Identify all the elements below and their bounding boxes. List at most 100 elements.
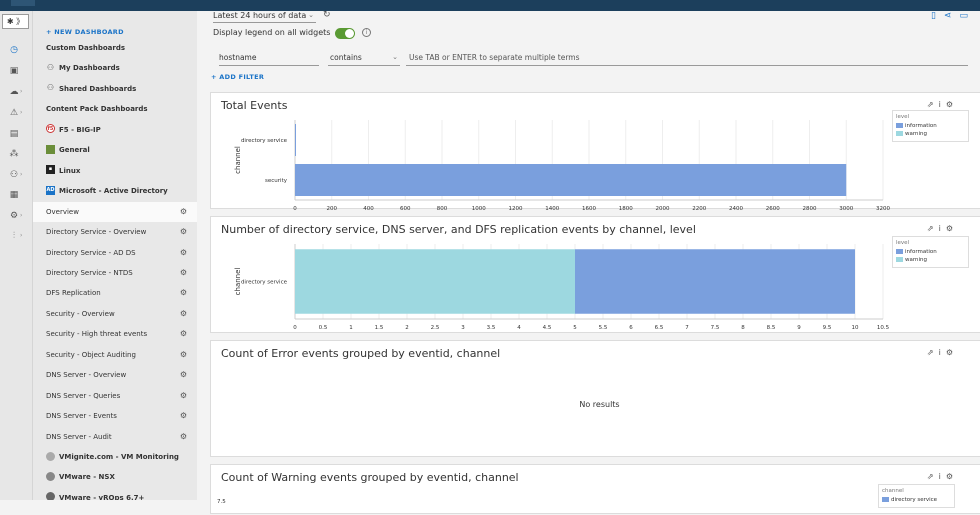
gear-icon[interactable]: ⚙: [180, 427, 187, 447]
dashboards-icon[interactable]: ◷: [7, 44, 21, 56]
gear-icon[interactable]: ⚙: [180, 243, 187, 263]
dashboard-sidebar: + NEW DASHBOARD Custom Dashboards ⚇ My Das…: [33, 11, 197, 500]
sidebar-item-shared-dashboards[interactable]: ⚇ Shared Dashboards: [33, 79, 197, 99]
sidebar-item-dns-server-queries[interactable]: DNS Server - Queries ⚙: [33, 386, 197, 406]
sidebar-item-label: Shared Dashboards: [59, 84, 137, 93]
sidebar-item-security-overview[interactable]: Security - Overview ⚙: [33, 304, 197, 324]
sidebar-item-label: General: [59, 146, 90, 155]
sidebar-item-label: Directory Service - Overview: [46, 228, 147, 237]
x-tick-label: 10: [852, 325, 859, 331]
sidebar-item-dfs-replication[interactable]: DFS Replication ⚙: [33, 283, 197, 303]
alert-icon[interactable]: ⚠ ›: [7, 107, 22, 119]
sidebar-item-dns-server-overview[interactable]: DNS Server - Overview ⚙: [33, 365, 197, 385]
sidebar-item-label: Security - Object Auditing: [46, 350, 136, 359]
legend-title: level: [896, 114, 910, 120]
y-tick-label: directory service: [241, 280, 288, 286]
x-tick-label: 3200: [876, 206, 890, 212]
gear-icon[interactable]: ⚙: [180, 324, 187, 344]
filter-operator-select[interactable]: contains ⌄: [328, 50, 400, 66]
sidebar-item-label: DNS Server - Events: [46, 412, 117, 421]
gear-icon[interactable]: ⚙: [180, 365, 187, 385]
sidebar-item-label: VMware - NSX: [59, 473, 115, 482]
gear-icon[interactable]: ⚙: [180, 202, 187, 222]
document-icon[interactable]: ▤: [7, 128, 21, 140]
filter-field[interactable]: hostname: [219, 50, 319, 66]
settings-icon[interactable]: ⚙ ›: [7, 210, 22, 222]
chevron-down-icon: ⌄: [308, 11, 314, 19]
sidebar-item-directory-service-ad-ds[interactable]: Directory Service - AD DS ⚙: [33, 243, 197, 263]
cloud-icon[interactable]: ☁ ›: [7, 86, 23, 98]
sidebar-item-label: DFS Replication: [46, 289, 101, 298]
x-tick-label: 1: [349, 325, 353, 331]
filter-value-input[interactable]: Use TAB or ENTER to separate multiple te…: [406, 50, 968, 66]
nsx-pack-icon: [46, 471, 55, 481]
legend-entry-warning[interactable]: warning: [896, 130, 965, 138]
chart-total-events: 0 200 400 600 800 1000 1200 1400 1600 1800 2000 220…: [211, 93, 980, 212]
sidebar-item-label: DNS Server - Audit: [46, 432, 112, 441]
gear-icon[interactable]: ⚙: [180, 283, 187, 303]
display-legend-toggle[interactable]: [335, 28, 355, 39]
sidebar-item-custom-dashboards: Custom Dashboards: [33, 38, 197, 58]
legend-title: channel: [882, 488, 904, 494]
sidebar-item-general[interactable]: General: [33, 140, 197, 160]
y-tick-label: security: [265, 178, 288, 184]
sidebar-item-label: VMignite.com - VM Monitoring: [59, 453, 179, 461]
sidebar-item-security-high-threat-events[interactable]: Security - High threat events ⚙: [33, 324, 197, 344]
sidebar-item-label: My Dashboards: [59, 64, 120, 73]
info-icon[interactable]: i: [939, 348, 946, 357]
sidebar-item-vmware-nsx[interactable]: VMware - NSX: [33, 467, 197, 487]
add-filter-button[interactable]: + ADD FILTER: [211, 73, 264, 81]
legend-entry-information[interactable]: information: [896, 248, 965, 256]
sliders-icon[interactable]: ⫶ ›: [7, 230, 23, 242]
sidebar-item-dns-server-events[interactable]: DNS Server - Events ⚙: [33, 406, 197, 426]
legend-label: directory service: [891, 497, 938, 503]
pin-sidebar-button[interactable]: ✱ 》: [2, 14, 29, 29]
chart-type-icon[interactable]: ⇗: [927, 348, 939, 357]
sidebar-item-dns-server-audit[interactable]: DNS Server - Audit ⚙: [33, 427, 197, 447]
legend-entry[interactable]: directory service: [882, 496, 951, 504]
people-icon: ⚇: [46, 83, 55, 93]
legend-entry-warning[interactable]: warning: [896, 256, 965, 264]
info-icon[interactable]: i: [362, 28, 371, 37]
gear-icon[interactable]: ⚙: [180, 304, 187, 324]
top-bar: [0, 0, 980, 11]
panel-title: Count of Error events grouped by eventid…: [221, 347, 501, 360]
legend-entry-information[interactable]: information: [896, 122, 965, 130]
users-icon[interactable]: ⚇ ›: [7, 169, 22, 181]
x-tick-label: 6.5: [655, 325, 664, 331]
image-icon[interactable]: ▣: [7, 65, 21, 77]
sidebar-item-f5-big-ip[interactable]: f5 F5 - BIG-IP: [33, 120, 197, 140]
sidebar-item-label: DNS Server - Overview: [46, 371, 127, 380]
export-icon[interactable]: ▯: [931, 11, 936, 21]
x-tick-label: 5: [573, 325, 577, 331]
gear-icon[interactable]: ⚙: [180, 345, 187, 365]
reports-icon[interactable]: ▦: [7, 189, 21, 201]
sidebar-item-microsoft-active-directory[interactable]: AD Microsoft - Active Directory: [33, 181, 197, 201]
filter-operator-value: contains: [330, 53, 362, 62]
top-bar-tab[interactable]: [11, 0, 35, 6]
gear-icon[interactable]: ⚙: [180, 263, 187, 283]
sidebar-item-vmware-vrops-6-7[interactable]: VMware - vROps 6.7+: [33, 488, 197, 500]
sidebar-item-security-object-auditing[interactable]: Security - Object Auditing ⚙: [33, 345, 197, 365]
time-range-select[interactable]: Latest 24 hours of data ⌄: [213, 10, 316, 23]
gear-icon[interactable]: ⚙: [180, 386, 187, 406]
sidebar-item-label: Microsoft - Active Directory: [59, 187, 168, 196]
x-tick-label: 1400: [545, 206, 559, 212]
sidebar-item-linux[interactable]: ▪ Linux: [33, 161, 197, 181]
presentation-icon[interactable]: ▭: [959, 11, 968, 21]
x-tick-label: 2600: [766, 206, 780, 212]
sidebar-item-directory-service-overview[interactable]: Directory Service - Overview ⚙: [33, 222, 197, 242]
sidebar-item-content-pack-dashboards: Content Pack Dashboards: [33, 99, 197, 119]
refresh-icon[interactable]: ↻: [323, 10, 331, 20]
sidebar-item-directory-service-ntds[interactable]: Directory Service - NTDS ⚙: [33, 263, 197, 283]
gear-icon[interactable]: ⚙: [946, 348, 958, 357]
content-packs-icon[interactable]: ⁂: [7, 148, 21, 160]
sidebar-item-overview[interactable]: Overview ⚙: [33, 201, 197, 222]
gear-icon[interactable]: ⚙: [180, 406, 187, 426]
linux-pack-icon: ▪: [46, 165, 55, 175]
share-icon[interactable]: ⋖: [944, 11, 952, 21]
x-tick-label: 200: [327, 206, 338, 212]
sidebar-item-my-dashboards[interactable]: ⚇ My Dashboards: [33, 58, 197, 78]
gear-icon[interactable]: ⚙: [180, 222, 187, 242]
sidebar-item-vmignite-com-vm-monitoring[interactable]: VMignite.com - VM Monitoring: [33, 447, 197, 467]
